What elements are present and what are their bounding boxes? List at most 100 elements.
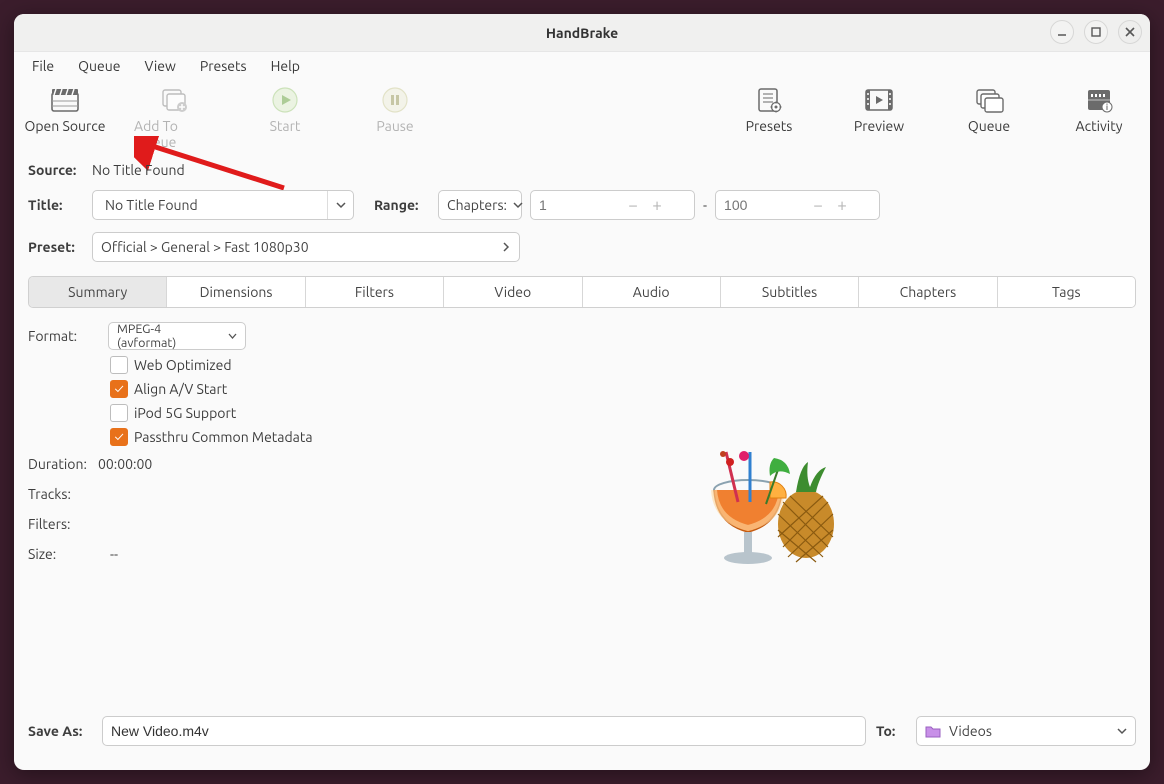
pause-label: Pause: [376, 118, 413, 134]
check-align-av-start[interactable]: ✓ Align A/V Start: [110, 380, 448, 398]
presets-button[interactable]: Presets: [728, 86, 810, 134]
tracks-label: Tracks:: [28, 486, 98, 502]
check-label: Web Optimized: [134, 357, 232, 373]
check-passthru-metadata[interactable]: ✓ Passthru Common Metadata: [110, 428, 448, 446]
format-select[interactable]: MPEG-4 (avformat): [108, 322, 246, 350]
preset-select[interactable]: Official > General > Fast 1080p30: [92, 232, 520, 262]
start-label: Start: [270, 118, 301, 134]
range-label: Range:: [374, 197, 430, 213]
filters-label: Filters:: [28, 516, 98, 532]
plus-icon[interactable]: +: [830, 196, 854, 215]
window-title: HandBrake: [14, 25, 1150, 41]
preset-value: Official > General > Fast 1080p30: [101, 239, 309, 255]
check-ipod-5g[interactable]: iPod 5G Support: [110, 404, 448, 422]
menu-queue[interactable]: Queue: [68, 55, 130, 77]
size-value: --: [110, 546, 118, 562]
activity-label: Activity: [1076, 118, 1123, 134]
queue-add-icon: [160, 86, 190, 114]
format-label: Format:: [28, 328, 98, 344]
preset-label: Preset:: [28, 239, 84, 255]
presets-icon: [754, 86, 784, 114]
checkbox-checked-icon: ✓: [110, 428, 128, 446]
checkbox-icon: [110, 404, 128, 422]
check-label: Align A/V Start: [134, 381, 227, 397]
format-value: MPEG-4 (avformat): [117, 322, 222, 350]
save-to-label: To:: [876, 723, 906, 739]
source-value: No Title Found: [92, 162, 185, 178]
duration-value: 00:00:00: [98, 456, 152, 472]
source-label: Source:: [28, 162, 84, 178]
tab-tags[interactable]: Tags: [998, 277, 1135, 307]
pause-button[interactable]: Pause: [354, 86, 436, 150]
minus-icon[interactable]: −: [621, 196, 645, 215]
save-as-input[interactable]: [111, 723, 857, 739]
save-to-value: Videos: [949, 723, 992, 739]
tab-chapters[interactable]: Chapters: [859, 277, 997, 307]
toolbar: Open Source Add To Queue Start Pause: [14, 80, 1150, 160]
svg-text:i: i: [1106, 103, 1108, 112]
menu-help[interactable]: Help: [261, 55, 310, 77]
clapperboard-icon: [50, 86, 80, 114]
tab-subtitles[interactable]: Subtitles: [721, 277, 859, 307]
check-label: Passthru Common Metadata: [134, 429, 313, 445]
play-icon: [270, 86, 300, 114]
preview-button[interactable]: Preview: [838, 86, 920, 134]
range-mode-select[interactable]: Chapters:: [438, 190, 522, 220]
chevron-down-icon: [513, 200, 523, 210]
open-source-button[interactable]: Open Source: [24, 86, 106, 150]
preview-label: Preview: [854, 118, 904, 134]
tab-summary[interactable]: Summary: [29, 277, 167, 307]
presets-label: Presets: [746, 118, 793, 134]
save-to-select[interactable]: Videos: [916, 716, 1136, 746]
range-separator: -: [703, 197, 707, 213]
preview-icon: [864, 86, 894, 114]
chevron-down-icon: [228, 332, 237, 341]
open-source-label: Open Source: [25, 118, 106, 134]
range-from-spinner[interactable]: − +: [530, 190, 695, 220]
range-to-input[interactable]: [716, 197, 806, 213]
add-to-queue-button[interactable]: Add To Queue: [134, 86, 216, 150]
handbrake-logo: [678, 432, 858, 572]
chevron-down-icon: [327, 191, 353, 219]
check-web-optimized[interactable]: Web Optimized: [110, 356, 448, 374]
minus-icon[interactable]: −: [806, 196, 830, 215]
save-as-label: Save As:: [28, 723, 92, 739]
title-select[interactable]: No Title Found: [92, 190, 354, 220]
menu-presets[interactable]: Presets: [190, 55, 257, 77]
chevron-right-icon: [501, 242, 511, 252]
pause-icon: [380, 86, 410, 114]
tab-video[interactable]: Video: [444, 277, 582, 307]
tab-filters[interactable]: Filters: [306, 277, 444, 307]
folder-icon: [925, 723, 941, 739]
menu-view[interactable]: View: [134, 55, 185, 77]
queue-icon: [974, 86, 1004, 114]
queue-label: Queue: [968, 118, 1010, 134]
activity-button[interactable]: i Activity: [1058, 86, 1140, 134]
plus-icon[interactable]: +: [645, 196, 669, 215]
size-label: Size:: [28, 546, 98, 562]
menu-file[interactable]: File: [22, 55, 64, 77]
queue-button[interactable]: Queue: [948, 86, 1030, 134]
range-to-spinner[interactable]: − +: [715, 190, 880, 220]
window-maximize-button[interactable]: [1084, 20, 1108, 44]
tab-bar: Summary Dimensions Filters Video Audio S…: [28, 276, 1136, 308]
window-minimize-button[interactable]: [1050, 20, 1074, 44]
window-close-button[interactable]: [1118, 20, 1142, 44]
chevron-down-icon: [1117, 726, 1127, 736]
check-label: iPod 5G Support: [134, 405, 236, 421]
tab-dimensions[interactable]: Dimensions: [167, 277, 305, 307]
range-from-input[interactable]: [531, 197, 621, 213]
activity-icon: i: [1084, 86, 1114, 114]
range-mode-value: Chapters:: [447, 197, 507, 213]
checkbox-icon: [110, 356, 128, 374]
add-to-queue-label: Add To Queue: [134, 118, 216, 150]
checkbox-checked-icon: ✓: [110, 380, 128, 398]
tab-audio[interactable]: Audio: [583, 277, 721, 307]
title-value: No Title Found: [101, 197, 198, 213]
save-as-field[interactable]: [102, 716, 866, 746]
title-label: Title:: [28, 197, 84, 213]
menubar: File Queue View Presets Help: [14, 52, 1150, 80]
duration-label: Duration:: [28, 456, 98, 472]
titlebar: HandBrake: [14, 14, 1150, 52]
start-button[interactable]: Start: [244, 86, 326, 150]
